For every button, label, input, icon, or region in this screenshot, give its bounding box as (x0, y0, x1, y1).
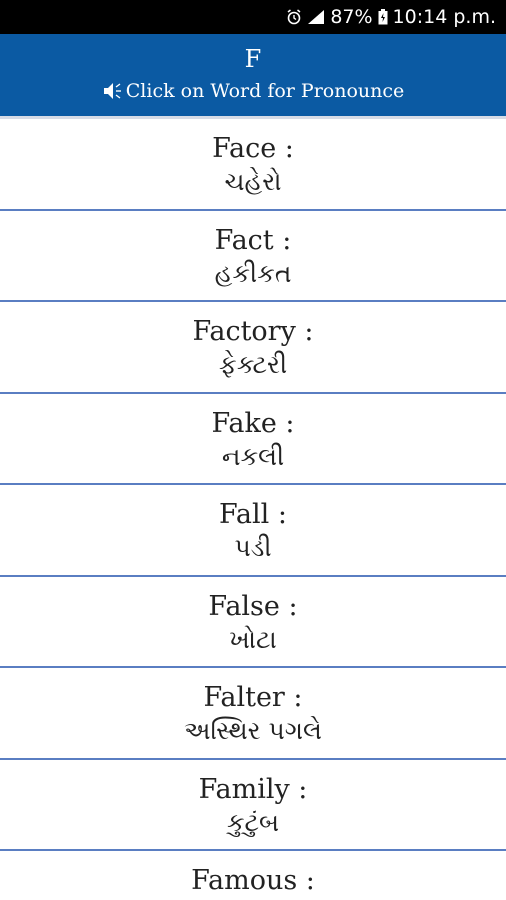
english-word: False : (208, 590, 298, 622)
word-item-falter[interactable]: Falter : અસ્થિર પગલે (0, 668, 506, 760)
gujarati-meaning: અસ્થિર પગલે (184, 716, 322, 745)
word-item-face[interactable]: Face : ચહેરો (0, 119, 506, 211)
battery-percent: 87% (330, 6, 373, 28)
english-word: Family : (198, 773, 308, 805)
word-item-fake[interactable]: Fake : નકલી (0, 394, 506, 485)
clock-time: 10:14 p.m. (392, 6, 496, 28)
word-list: Face : ચહેરો Fact : હકીકત Factory : ફેક્… (0, 116, 506, 900)
pronounce-hint-text: Click on Word for Pronounce (125, 80, 405, 102)
signal-icon (307, 9, 325, 25)
english-word: Fall : (219, 499, 287, 530)
word-item-fact[interactable]: Fact : હકીકત (0, 211, 506, 302)
status-bar: 87% 10:14 p.m. (0, 0, 506, 34)
gujarati-meaning: ફેક્ટરી (218, 350, 288, 379)
english-word: Fact : (214, 224, 292, 256)
english-word: Falter : (203, 682, 303, 713)
pronounce-hint: Click on Word for Pronounce (0, 80, 506, 102)
speaker-icon (102, 81, 124, 101)
gujarati-meaning: ચહેરો (224, 167, 282, 196)
word-item-fall[interactable]: Fall : પડી (0, 485, 506, 577)
alarm-icon (286, 9, 302, 25)
gujarati-meaning: કુટુંબ (226, 807, 280, 837)
letter-title: F (244, 45, 262, 73)
english-word: Factory : (192, 316, 314, 347)
gujarati-meaning: ખોટા (229, 624, 277, 654)
battery-icon (378, 9, 388, 25)
gujarati-meaning: પડી (234, 533, 272, 562)
gujarati-meaning: નકલી (221, 441, 285, 471)
word-item-famous[interactable]: Famous : (0, 851, 506, 900)
english-word: Fake : (211, 407, 295, 439)
word-item-family[interactable]: Family : કુટુંબ (0, 760, 506, 851)
english-word: Face : (212, 133, 294, 164)
letter-header: F Click on Word for Pronounce (0, 34, 506, 116)
word-item-false[interactable]: False : ખોટા (0, 577, 506, 668)
english-word: Famous : (191, 865, 315, 896)
word-item-factory[interactable]: Factory : ફેક્ટરી (0, 302, 506, 394)
gujarati-meaning: હકીકત (214, 258, 292, 288)
